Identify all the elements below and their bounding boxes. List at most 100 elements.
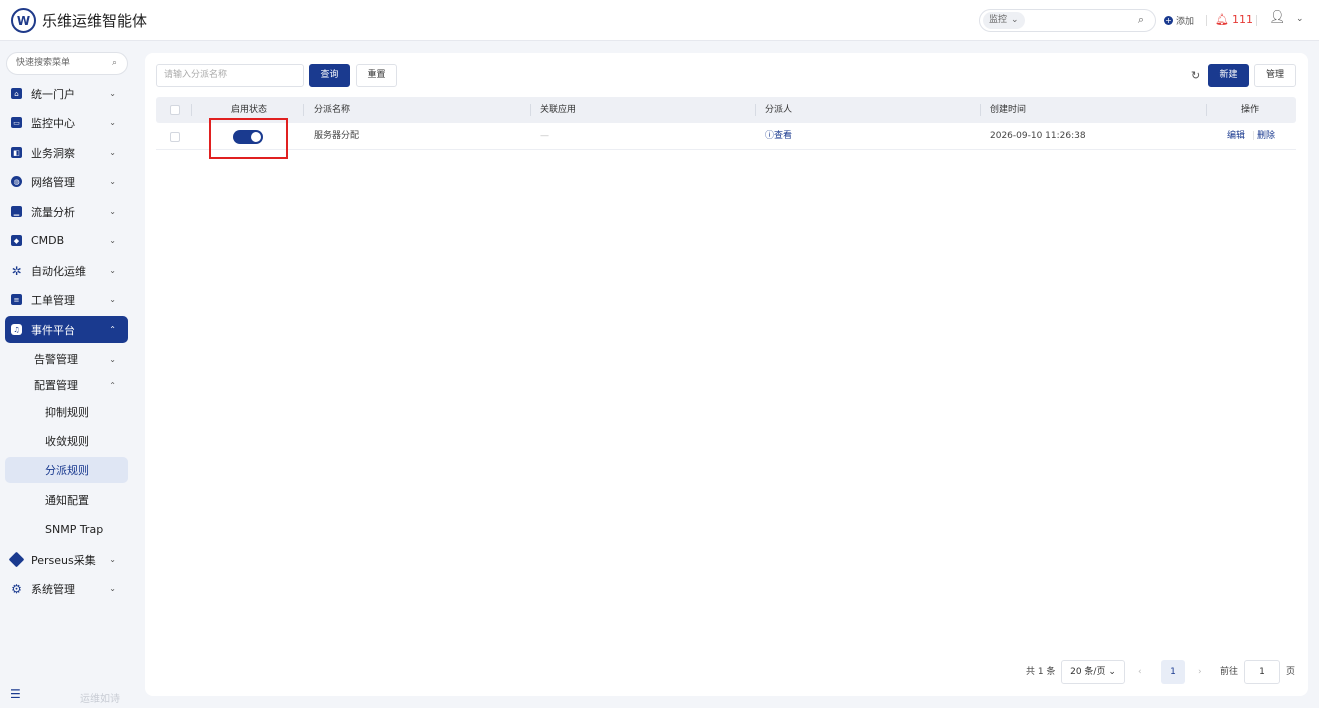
- chevron-down-icon[interactable]: ⌄: [1296, 14, 1304, 24]
- home-icon: ⌂: [11, 88, 22, 99]
- refresh-icon[interactable]: ↻: [1191, 69, 1200, 82]
- chevron-down-icon: ⌄: [109, 207, 116, 216]
- sidebar-item-automation[interactable]: ✲ 自动化运维 ⌄: [5, 257, 128, 284]
- delete-link[interactable]: 删除: [1257, 123, 1275, 150]
- sidebar-item-label: 系统管理: [31, 582, 75, 596]
- created-time-cell: 2026-09-10 11:26:38: [990, 131, 1086, 141]
- sidebar-item-label: 告警管理: [34, 353, 78, 366]
- sidebar-item-network[interactable]: ◍ 网络管理 ⌄: [5, 168, 128, 195]
- gear-icon: ⚙: [11, 581, 22, 596]
- info-icon: ⓘ: [765, 131, 775, 141]
- sidebar-item-label: 统一门户: [31, 87, 75, 101]
- sidebar-item-label: 抑制规则: [45, 406, 89, 419]
- search-placeholder: 请输入分派名称: [164, 70, 228, 80]
- sidebar-item-dispatch-rules[interactable]: 分派规则: [5, 457, 128, 483]
- column-header-name[interactable]: 分派名称: [314, 97, 350, 123]
- sidebar-item-convergence-rules[interactable]: 收敛规则: [5, 428, 128, 454]
- chevron-down-icon: ⌄: [109, 118, 116, 127]
- goto-page-input[interactable]: 1: [1244, 660, 1280, 684]
- next-page-icon[interactable]: ›: [1198, 660, 1202, 684]
- sidebar-item-cmdb[interactable]: ◆ CMDB ⌄: [5, 227, 128, 254]
- dispatch-name-search-input[interactable]: 请输入分派名称: [156, 64, 304, 87]
- app-logo[interactable]: W 乐维运维智能体: [11, 8, 147, 33]
- divider: [1206, 15, 1207, 26]
- alert-bell[interactable]: 🔔︎ 111: [1215, 13, 1253, 26]
- bell-icon: ♫: [11, 324, 22, 335]
- page-size-select[interactable]: 20 条/页 ⌄: [1061, 660, 1125, 684]
- sidebar-item-business-insight[interactable]: ◧ 业务洞察 ⌄: [5, 139, 128, 166]
- alert-count: 111: [1231, 13, 1253, 26]
- sidebar-item-label: SNMP Trap: [45, 522, 104, 536]
- page-size-label: 20 条/页: [1070, 667, 1106, 677]
- page-number-current[interactable]: 1: [1161, 660, 1185, 684]
- goto-label: 前往: [1220, 667, 1239, 677]
- diamond-icon: [8, 551, 25, 568]
- action-divider: |: [1252, 131, 1256, 141]
- chevron-down-icon: ⌄: [109, 236, 116, 245]
- column-divider: [303, 104, 304, 116]
- column-header-app[interactable]: 关联应用: [540, 97, 576, 123]
- search-scope-select[interactable]: 监控 ⌄: [983, 12, 1025, 29]
- app-title: 乐维运维智能体: [42, 12, 148, 30]
- row-checkbox[interactable]: [170, 132, 180, 142]
- sidebar-item-config-management[interactable]: 配置管理 ⌃: [5, 372, 128, 398]
- chevron-down-icon: ⌄: [109, 584, 116, 593]
- sidebar-item-tickets[interactable]: ≡ 工单管理 ⌄: [5, 286, 128, 313]
- add-button[interactable]: + 添加: [1164, 14, 1194, 27]
- gears-icon: ✲: [11, 263, 22, 278]
- chevron-down-icon: ⌄: [1108, 667, 1116, 677]
- select-all-checkbox[interactable]: [170, 105, 180, 115]
- reset-button[interactable]: 重置: [356, 64, 397, 87]
- sidebar-item-monitoring[interactable]: ▭ 监控中心 ⌄: [5, 109, 128, 136]
- global-search-input[interactable]: 监控 ⌄ ⌕: [979, 9, 1156, 32]
- sidebar: 快速搜索菜单 ⌕ ⌂ 统一门户 ⌄ ▭ 监控中心 ⌄ ◧ 业务洞察 ⌄ ◍ 网络管理 ⌄ ▁ 流量…: [0, 42, 137, 708]
- sidebar-item-label: 流量分析: [31, 205, 75, 219]
- search-icon[interactable]: ⌕: [1138, 13, 1144, 27]
- sidebar-item-label: 监控中心: [31, 116, 75, 130]
- sidebar-item-label: 自动化运维: [31, 264, 86, 278]
- sidebar-item-label: 网络管理: [31, 175, 75, 189]
- view-assignee-link[interactable]: ⓘ查看: [765, 123, 792, 150]
- column-header-assignee[interactable]: 分派人: [765, 97, 792, 123]
- chevron-down-icon: ⌄: [109, 89, 116, 98]
- manage-button[interactable]: 管理: [1254, 64, 1296, 87]
- bell-icon: 🔔︎: [1215, 13, 1229, 26]
- sidebar-item-notification-config[interactable]: 通知配置: [5, 487, 128, 513]
- column-divider: [530, 104, 531, 116]
- sidebar-item-portal[interactable]: ⌂ 统一门户 ⌄: [5, 80, 128, 107]
- sidebar-item-label: 配置管理: [34, 379, 78, 392]
- monitor-icon: ▭: [11, 117, 22, 128]
- sidebar-item-label: 通知配置: [45, 494, 89, 507]
- chevron-down-icon: ⌄: [109, 555, 116, 564]
- total-count: 共 1 条: [1026, 667, 1056, 677]
- menu-search-input[interactable]: 快速搜索菜单 ⌕: [6, 52, 128, 75]
- highlight-box: [209, 118, 288, 159]
- ticket-icon: ≡: [11, 294, 22, 305]
- sidebar-item-perseus[interactable]: Perseus采集 ⌄: [5, 546, 128, 573]
- divider: [1256, 15, 1257, 26]
- new-button[interactable]: 新建: [1208, 64, 1249, 87]
- sidebar-item-alarm-management[interactable]: 告警管理 ⌄: [5, 346, 128, 372]
- sidebar-item-suppression-rules[interactable]: 抑制规则: [5, 399, 128, 425]
- menu-search-placeholder: 快速搜索菜单: [16, 58, 71, 68]
- chevron-down-icon: ⌄: [109, 177, 116, 186]
- chevron-down-icon: ⌄: [109, 354, 116, 364]
- sidebar-item-label: 业务洞察: [31, 146, 75, 160]
- sidebar-item-label: 收敛规则: [45, 435, 89, 448]
- user-icon[interactable]: 👤︎: [1269, 10, 1286, 25]
- sidebar-item-event-platform[interactable]: ♫ 事件平台 ⌃: [5, 316, 128, 343]
- query-button[interactable]: 查询: [309, 64, 350, 87]
- dispatch-name-cell: 服务器分配: [314, 131, 360, 141]
- sidebar-item-system[interactable]: ⚙ 系统管理 ⌄: [5, 575, 128, 602]
- sidebar-item-label: Perseus采集: [31, 553, 96, 567]
- chevron-up-icon: ⌃: [109, 325, 116, 334]
- sidebar-footer-slogan: 运维如诗: [80, 694, 120, 705]
- top-bar: W 乐维运维智能体 监控 ⌄ ⌕ + 添加 🔔︎ 111 👤︎ ⌄: [0, 0, 1319, 41]
- column-header-created[interactable]: 创建时间: [990, 97, 1026, 123]
- add-label: 添加: [1176, 17, 1195, 27]
- prev-page-icon[interactable]: ‹: [1138, 660, 1142, 684]
- sidebar-item-traffic[interactable]: ▁ 流量分析 ⌄: [5, 198, 128, 225]
- collapse-menu-icon[interactable]: ☰: [10, 687, 21, 701]
- edit-link[interactable]: 编辑: [1227, 123, 1245, 150]
- sidebar-item-snmp-trap[interactable]: SNMP Trap: [5, 516, 128, 542]
